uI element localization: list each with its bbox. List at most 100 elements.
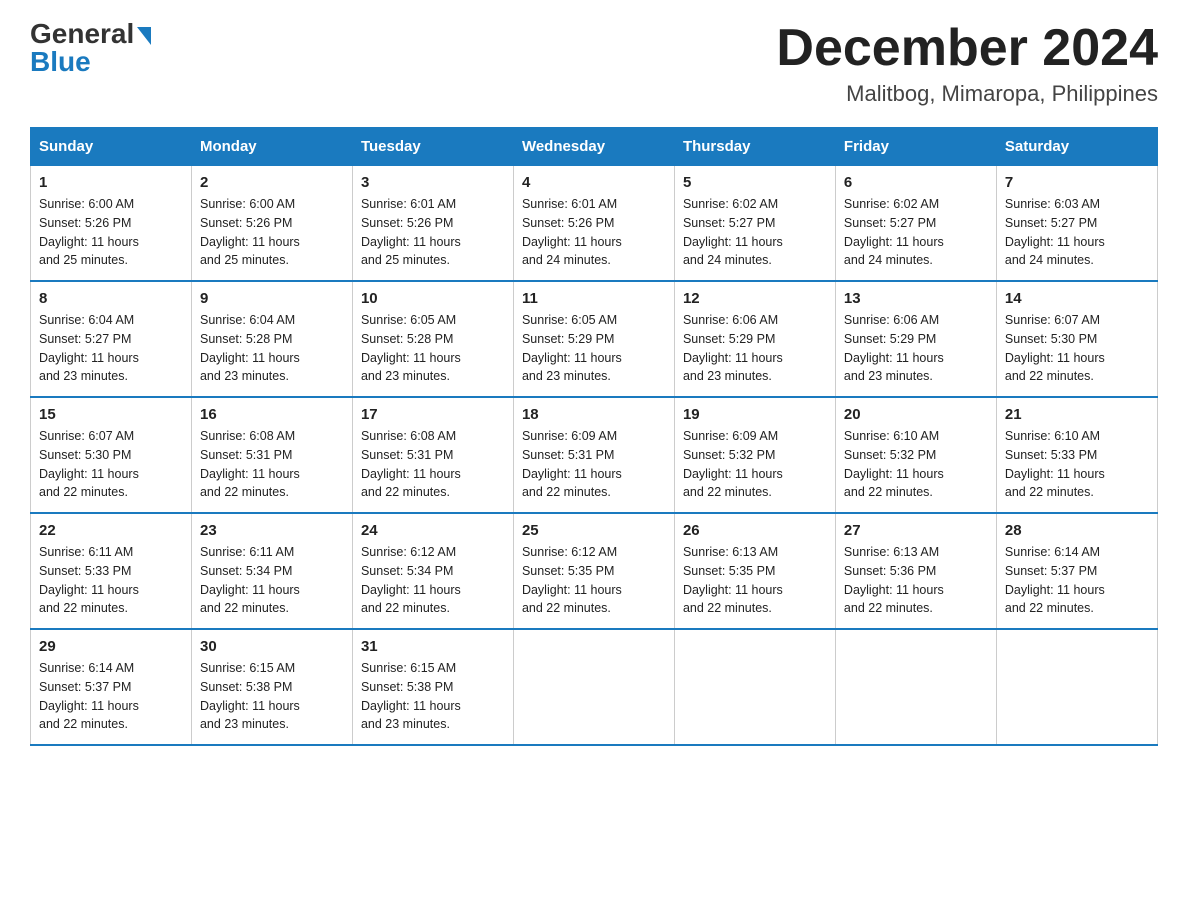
day-info: Sunrise: 6:00 AMSunset: 5:26 PMDaylight:…	[39, 197, 139, 267]
header-saturday: Saturday	[996, 128, 1157, 166]
day-info: Sunrise: 6:02 AMSunset: 5:27 PMDaylight:…	[844, 197, 944, 267]
day-number: 18	[522, 406, 666, 423]
day-info: Sunrise: 6:10 AMSunset: 5:33 PMDaylight:…	[1005, 429, 1105, 499]
calendar-week-3: 15 Sunrise: 6:07 AMSunset: 5:30 PMDaylig…	[31, 397, 1158, 513]
header-tuesday: Tuesday	[352, 128, 513, 166]
calendar-cell	[513, 629, 674, 745]
logo-general: General	[30, 20, 134, 48]
day-number: 21	[1005, 406, 1149, 423]
calendar-cell: 6 Sunrise: 6:02 AMSunset: 5:27 PMDayligh…	[835, 166, 996, 282]
day-info: Sunrise: 6:15 AMSunset: 5:38 PMDaylight:…	[200, 661, 300, 731]
day-number: 2	[200, 174, 344, 191]
day-number: 27	[844, 522, 988, 539]
day-number: 26	[683, 522, 827, 539]
day-number: 19	[683, 406, 827, 423]
day-info: Sunrise: 6:08 AMSunset: 5:31 PMDaylight:…	[200, 429, 300, 499]
day-info: Sunrise: 6:14 AMSunset: 5:37 PMDaylight:…	[39, 661, 139, 731]
day-info: Sunrise: 6:03 AMSunset: 5:27 PMDaylight:…	[1005, 197, 1105, 267]
calendar-week-2: 8 Sunrise: 6:04 AMSunset: 5:27 PMDayligh…	[31, 281, 1158, 397]
calendar-week-5: 29 Sunrise: 6:14 AMSunset: 5:37 PMDaylig…	[31, 629, 1158, 745]
day-number: 14	[1005, 290, 1149, 307]
day-info: Sunrise: 6:06 AMSunset: 5:29 PMDaylight:…	[844, 313, 944, 383]
header-friday: Friday	[835, 128, 996, 166]
day-info: Sunrise: 6:05 AMSunset: 5:28 PMDaylight:…	[361, 313, 461, 383]
day-info: Sunrise: 6:07 AMSunset: 5:30 PMDaylight:…	[39, 429, 139, 499]
calendar-week-1: 1 Sunrise: 6:00 AMSunset: 5:26 PMDayligh…	[31, 166, 1158, 282]
calendar-cell: 3 Sunrise: 6:01 AMSunset: 5:26 PMDayligh…	[352, 166, 513, 282]
calendar-cell: 30 Sunrise: 6:15 AMSunset: 5:38 PMDaylig…	[191, 629, 352, 745]
day-info: Sunrise: 6:06 AMSunset: 5:29 PMDaylight:…	[683, 313, 783, 383]
day-info: Sunrise: 6:09 AMSunset: 5:32 PMDaylight:…	[683, 429, 783, 499]
logo-blue: Blue	[30, 48, 91, 76]
day-info: Sunrise: 6:02 AMSunset: 5:27 PMDaylight:…	[683, 197, 783, 267]
header-thursday: Thursday	[674, 128, 835, 166]
day-number: 6	[844, 174, 988, 191]
calendar-cell	[674, 629, 835, 745]
calendar-cell: 2 Sunrise: 6:00 AMSunset: 5:26 PMDayligh…	[191, 166, 352, 282]
calendar-cell: 25 Sunrise: 6:12 AMSunset: 5:35 PMDaylig…	[513, 513, 674, 629]
logo: General Blue	[30, 20, 151, 76]
day-info: Sunrise: 6:15 AMSunset: 5:38 PMDaylight:…	[361, 661, 461, 731]
day-number: 1	[39, 174, 183, 191]
day-info: Sunrise: 6:04 AMSunset: 5:28 PMDaylight:…	[200, 313, 300, 383]
day-info: Sunrise: 6:13 AMSunset: 5:35 PMDaylight:…	[683, 545, 783, 615]
calendar-cell	[996, 629, 1157, 745]
day-number: 31	[361, 638, 505, 655]
subtitle: Malitbog, Mimaropa, Philippines	[776, 81, 1158, 107]
calendar-cell: 15 Sunrise: 6:07 AMSunset: 5:30 PMDaylig…	[31, 397, 192, 513]
header-monday: Monday	[191, 128, 352, 166]
day-info: Sunrise: 6:10 AMSunset: 5:32 PMDaylight:…	[844, 429, 944, 499]
day-info: Sunrise: 6:01 AMSunset: 5:26 PMDaylight:…	[361, 197, 461, 267]
day-info: Sunrise: 6:08 AMSunset: 5:31 PMDaylight:…	[361, 429, 461, 499]
day-number: 9	[200, 290, 344, 307]
calendar-cell: 31 Sunrise: 6:15 AMSunset: 5:38 PMDaylig…	[352, 629, 513, 745]
header-wednesday: Wednesday	[513, 128, 674, 166]
calendar-cell: 10 Sunrise: 6:05 AMSunset: 5:28 PMDaylig…	[352, 281, 513, 397]
day-number: 17	[361, 406, 505, 423]
day-info: Sunrise: 6:12 AMSunset: 5:34 PMDaylight:…	[361, 545, 461, 615]
day-number: 29	[39, 638, 183, 655]
day-number: 7	[1005, 174, 1149, 191]
day-info: Sunrise: 6:11 AMSunset: 5:34 PMDaylight:…	[200, 545, 300, 615]
calendar-cell: 9 Sunrise: 6:04 AMSunset: 5:28 PMDayligh…	[191, 281, 352, 397]
day-number: 13	[844, 290, 988, 307]
calendar-cell: 21 Sunrise: 6:10 AMSunset: 5:33 PMDaylig…	[996, 397, 1157, 513]
calendar-cell: 14 Sunrise: 6:07 AMSunset: 5:30 PMDaylig…	[996, 281, 1157, 397]
day-info: Sunrise: 6:00 AMSunset: 5:26 PMDaylight:…	[200, 197, 300, 267]
calendar-cell: 26 Sunrise: 6:13 AMSunset: 5:35 PMDaylig…	[674, 513, 835, 629]
day-number: 20	[844, 406, 988, 423]
day-number: 25	[522, 522, 666, 539]
day-info: Sunrise: 6:05 AMSunset: 5:29 PMDaylight:…	[522, 313, 622, 383]
calendar-cell: 19 Sunrise: 6:09 AMSunset: 5:32 PMDaylig…	[674, 397, 835, 513]
day-info: Sunrise: 6:04 AMSunset: 5:27 PMDaylight:…	[39, 313, 139, 383]
calendar-cell: 5 Sunrise: 6:02 AMSunset: 5:27 PMDayligh…	[674, 166, 835, 282]
day-number: 28	[1005, 522, 1149, 539]
day-number: 30	[200, 638, 344, 655]
calendar-cell: 20 Sunrise: 6:10 AMSunset: 5:32 PMDaylig…	[835, 397, 996, 513]
calendar-week-4: 22 Sunrise: 6:11 AMSunset: 5:33 PMDaylig…	[31, 513, 1158, 629]
calendar-cell: 1 Sunrise: 6:00 AMSunset: 5:26 PMDayligh…	[31, 166, 192, 282]
day-info: Sunrise: 6:14 AMSunset: 5:37 PMDaylight:…	[1005, 545, 1105, 615]
day-number: 8	[39, 290, 183, 307]
calendar-cell: 27 Sunrise: 6:13 AMSunset: 5:36 PMDaylig…	[835, 513, 996, 629]
day-number: 23	[200, 522, 344, 539]
calendar-cell: 12 Sunrise: 6:06 AMSunset: 5:29 PMDaylig…	[674, 281, 835, 397]
day-number: 15	[39, 406, 183, 423]
calendar-header-row: SundayMondayTuesdayWednesdayThursdayFrid…	[31, 128, 1158, 166]
day-number: 4	[522, 174, 666, 191]
day-number: 5	[683, 174, 827, 191]
day-number: 22	[39, 522, 183, 539]
main-title: December 2024	[776, 20, 1158, 77]
calendar-cell: 28 Sunrise: 6:14 AMSunset: 5:37 PMDaylig…	[996, 513, 1157, 629]
title-block: December 2024 Malitbog, Mimaropa, Philip…	[776, 20, 1158, 107]
day-number: 3	[361, 174, 505, 191]
day-number: 24	[361, 522, 505, 539]
day-info: Sunrise: 6:01 AMSunset: 5:26 PMDaylight:…	[522, 197, 622, 267]
day-info: Sunrise: 6:09 AMSunset: 5:31 PMDaylight:…	[522, 429, 622, 499]
day-number: 12	[683, 290, 827, 307]
calendar-cell: 11 Sunrise: 6:05 AMSunset: 5:29 PMDaylig…	[513, 281, 674, 397]
calendar-cell: 7 Sunrise: 6:03 AMSunset: 5:27 PMDayligh…	[996, 166, 1157, 282]
calendar-table: SundayMondayTuesdayWednesdayThursdayFrid…	[30, 127, 1158, 746]
calendar-cell: 24 Sunrise: 6:12 AMSunset: 5:34 PMDaylig…	[352, 513, 513, 629]
calendar-cell: 29 Sunrise: 6:14 AMSunset: 5:37 PMDaylig…	[31, 629, 192, 745]
